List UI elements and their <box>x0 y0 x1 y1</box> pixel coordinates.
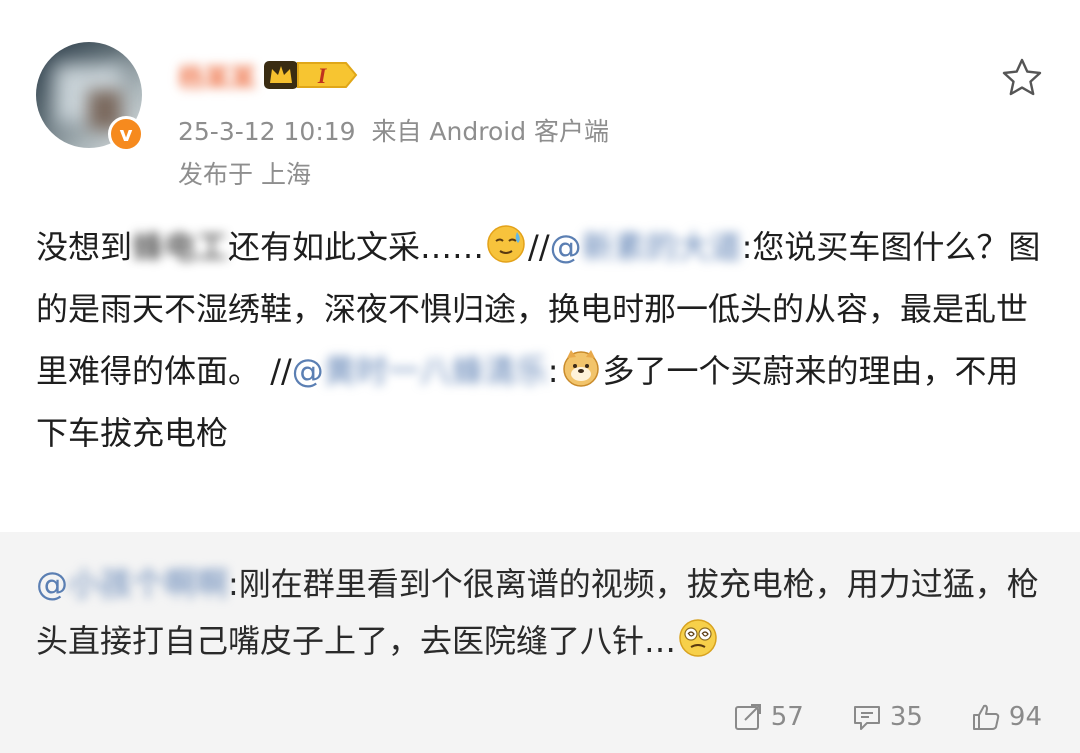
favorite-star-icon[interactable] <box>1001 57 1043 97</box>
post-location: 发布于 上海 <box>178 160 311 189</box>
verified-badge-icon: v <box>108 116 144 152</box>
blurred-name-4: 小孩个啊啊 <box>68 565 229 603</box>
vip-crown-badge-icon: I <box>264 61 358 89</box>
repost-text: @小孩个啊啊:刚在群里看到个很离谱的视频，拔充电枪，用力过猛，枪头直接打自己嘴皮… <box>36 556 1046 670</box>
blurred-name-1: 蜂电工 <box>132 228 229 266</box>
post-text-2: 还有如此文采…… <box>228 228 485 266</box>
repost-separator-1: // <box>528 228 550 266</box>
comment-count: 35 <box>889 702 923 732</box>
vip-level: I <box>317 63 328 88</box>
post-timestamp: 25-3-12 10:19 <box>178 117 356 146</box>
repost-block[interactable]: @小孩个啊啊:刚在群里看到个很离谱的视频，拔充电枪，用力过猛，枪头直接打自己嘴皮… <box>0 532 1080 753</box>
post-body: 没想到蜂电工还有如此文采……//@新素的大道:您说买车图什么？图的是雨天不湿绣鞋… <box>36 216 1046 464</box>
repost-mention[interactable]: @小孩个啊啊 <box>36 565 228 603</box>
repost-separator-2: // <box>270 352 292 390</box>
repost-count: 57 <box>770 702 804 732</box>
post-source: 来自 Android 客户端 <box>371 117 610 146</box>
comment-icon <box>853 706 880 730</box>
username-text: 杨某某 <box>178 64 257 94</box>
like-action[interactable]: 94 <box>971 702 1042 732</box>
blurred-name-2: 新素的大道 <box>581 228 742 266</box>
username[interactable]: 杨某某 <box>178 58 256 95</box>
post-text-4: : <box>547 352 559 390</box>
share-icon <box>734 704 761 730</box>
doge-emoji-icon <box>562 350 599 387</box>
dizzy-face-emoji-icon <box>679 619 717 657</box>
repost-action[interactable]: 57 <box>733 702 804 732</box>
post-text-1: 没想到 <box>36 228 133 266</box>
mention-2[interactable]: @黄时一八蜂清乐 <box>292 352 548 390</box>
action-bar: 57 35 94 <box>733 702 1042 732</box>
comment-action[interactable]: 35 <box>852 702 923 732</box>
like-count: 94 <box>1008 702 1042 732</box>
thumbs-up-icon <box>972 704 1000 730</box>
sweat-smile-emoji-icon <box>487 225 525 263</box>
blurred-name-3: 黄时一八蜂清乐 <box>323 352 548 390</box>
mention-1[interactable]: @新素的大道 <box>550 228 742 266</box>
post-meta: 25-3-12 10:19 来自 Android 客户端 <box>178 112 609 148</box>
